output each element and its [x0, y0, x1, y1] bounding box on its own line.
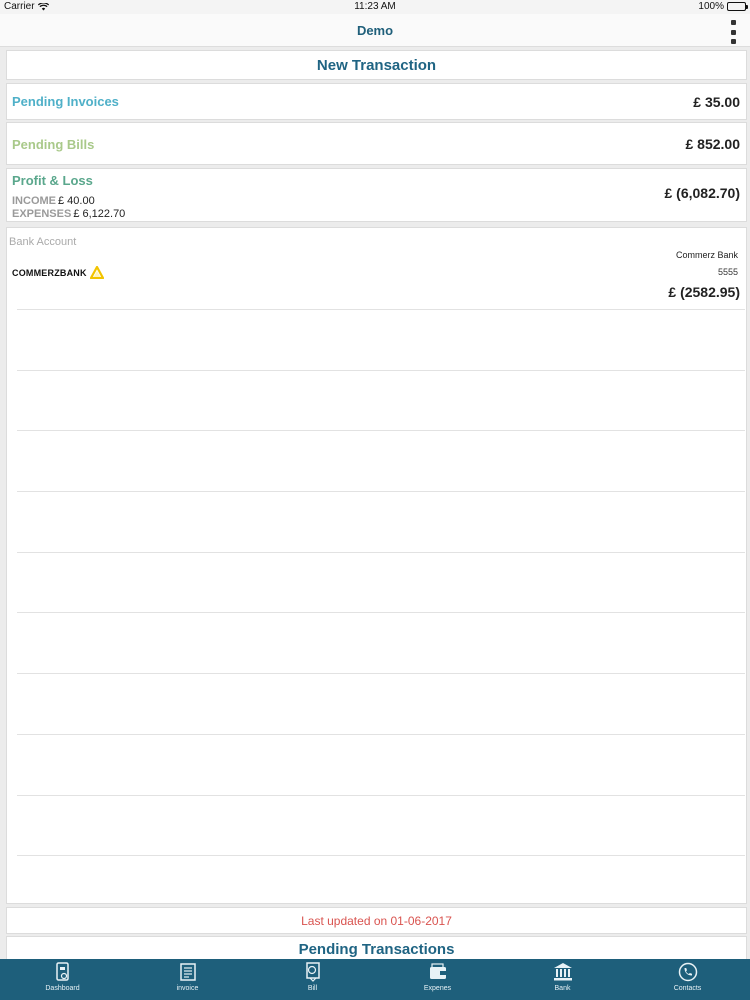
bill-icon — [303, 962, 323, 982]
pending-transactions-button[interactable]: Pending Transactions — [6, 936, 747, 960]
tab-invoice-label: invoice — [176, 985, 199, 992]
income-value: £ 40.00 — [58, 195, 95, 207]
bank-account-label: Bank Account — [9, 236, 77, 248]
expenses-value: £ 6,122.70 — [73, 208, 126, 220]
tab-bar: Dashboard invoice Bill Expenes Bank Cont… — [0, 959, 750, 1000]
profit-loss-card[interactable]: Profit & Loss INCOME £ 40.00 EXPENSES £ 6,… — [6, 168, 747, 222]
tab-invoice[interactable]: invoice — [125, 959, 250, 1000]
pending-bills-label: Pending Bills — [12, 137, 95, 152]
list-item[interactable] — [17, 794, 745, 856]
expenses-label: EXPENSES — [12, 208, 72, 220]
last-updated-text: Last updated on 01-06-2017 — [6, 907, 747, 934]
list-item[interactable] — [17, 612, 745, 673]
tab-contacts-label: Contacts — [673, 985, 702, 992]
pending-bills-card[interactable]: Pending Bills £ 852.00 — [6, 122, 747, 165]
list-item[interactable] — [17, 369, 745, 431]
tab-bill[interactable]: Bill — [250, 959, 375, 1000]
expenses-line: EXPENSES £ 6,122.70 — [12, 208, 125, 220]
battery-percent: 100% — [698, 1, 724, 12]
bank-name: Commerz Bank — [675, 250, 738, 260]
account-number: 5555 — [717, 267, 738, 277]
tab-dashboard[interactable]: Dashboard — [0, 959, 125, 1000]
list-item[interactable] — [17, 309, 745, 370]
commerzbank-ribbon-icon — [89, 266, 104, 279]
tab-expenses-label: Expenes — [423, 985, 452, 992]
new-transaction-button[interactable]: New Transaction — [6, 50, 747, 80]
list-item[interactable] — [17, 673, 745, 734]
list-item[interactable] — [17, 551, 745, 613]
dashboard-icon — [53, 962, 73, 982]
income-label: INCOME — [12, 195, 56, 207]
navigation-bar: Demo — [0, 14, 750, 47]
status-bar: Carrier 11:23 AM 100% — [0, 0, 750, 14]
battery-info: 100% — [698, 1, 748, 12]
tab-bank-label: Bank — [554, 985, 571, 992]
list-item[interactable] — [17, 491, 745, 552]
page-title: Demo — [356, 23, 394, 38]
tab-bill-label: Bill — [307, 985, 318, 992]
pending-invoices-card[interactable]: Pending Invoices £ 35.00 — [6, 83, 747, 120]
tab-expenses[interactable]: Expenes — [375, 959, 500, 1000]
transaction-list — [17, 309, 745, 916]
bank-balance: £ (2582.95) — [668, 284, 740, 300]
income-line: INCOME £ 40.00 — [12, 195, 95, 207]
pending-invoices-label: Pending Invoices — [12, 94, 119, 109]
profit-loss-amount: £ (6,082.70) — [664, 185, 741, 201]
logo-text: COMMERZBANK — [12, 267, 87, 278]
bank-account-card: Bank Account COMMERZBANK Commerz Bank 55… — [6, 227, 747, 904]
wallet-icon — [428, 962, 448, 982]
phone-icon — [678, 962, 698, 982]
list-item[interactable] — [17, 733, 745, 795]
commerzbank-logo[interactable]: COMMERZBANK — [12, 266, 104, 279]
tab-dashboard-label: Dashboard — [45, 985, 80, 992]
tab-bank[interactable]: Bank — [500, 959, 625, 1000]
kebab-menu-icon[interactable] — [729, 20, 737, 44]
pending-bills-amount: £ 852.00 — [685, 136, 741, 152]
pending-invoices-amount: £ 35.00 — [693, 94, 740, 110]
battery-icon — [727, 2, 748, 11]
tab-contacts[interactable]: Contacts — [625, 959, 750, 1000]
profit-loss-label: Profit & Loss — [12, 173, 93, 188]
bank-icon — [553, 962, 573, 982]
invoice-icon — [178, 962, 198, 982]
list-item[interactable] — [17, 430, 745, 491]
status-time: 11:23 AM — [354, 1, 396, 12]
